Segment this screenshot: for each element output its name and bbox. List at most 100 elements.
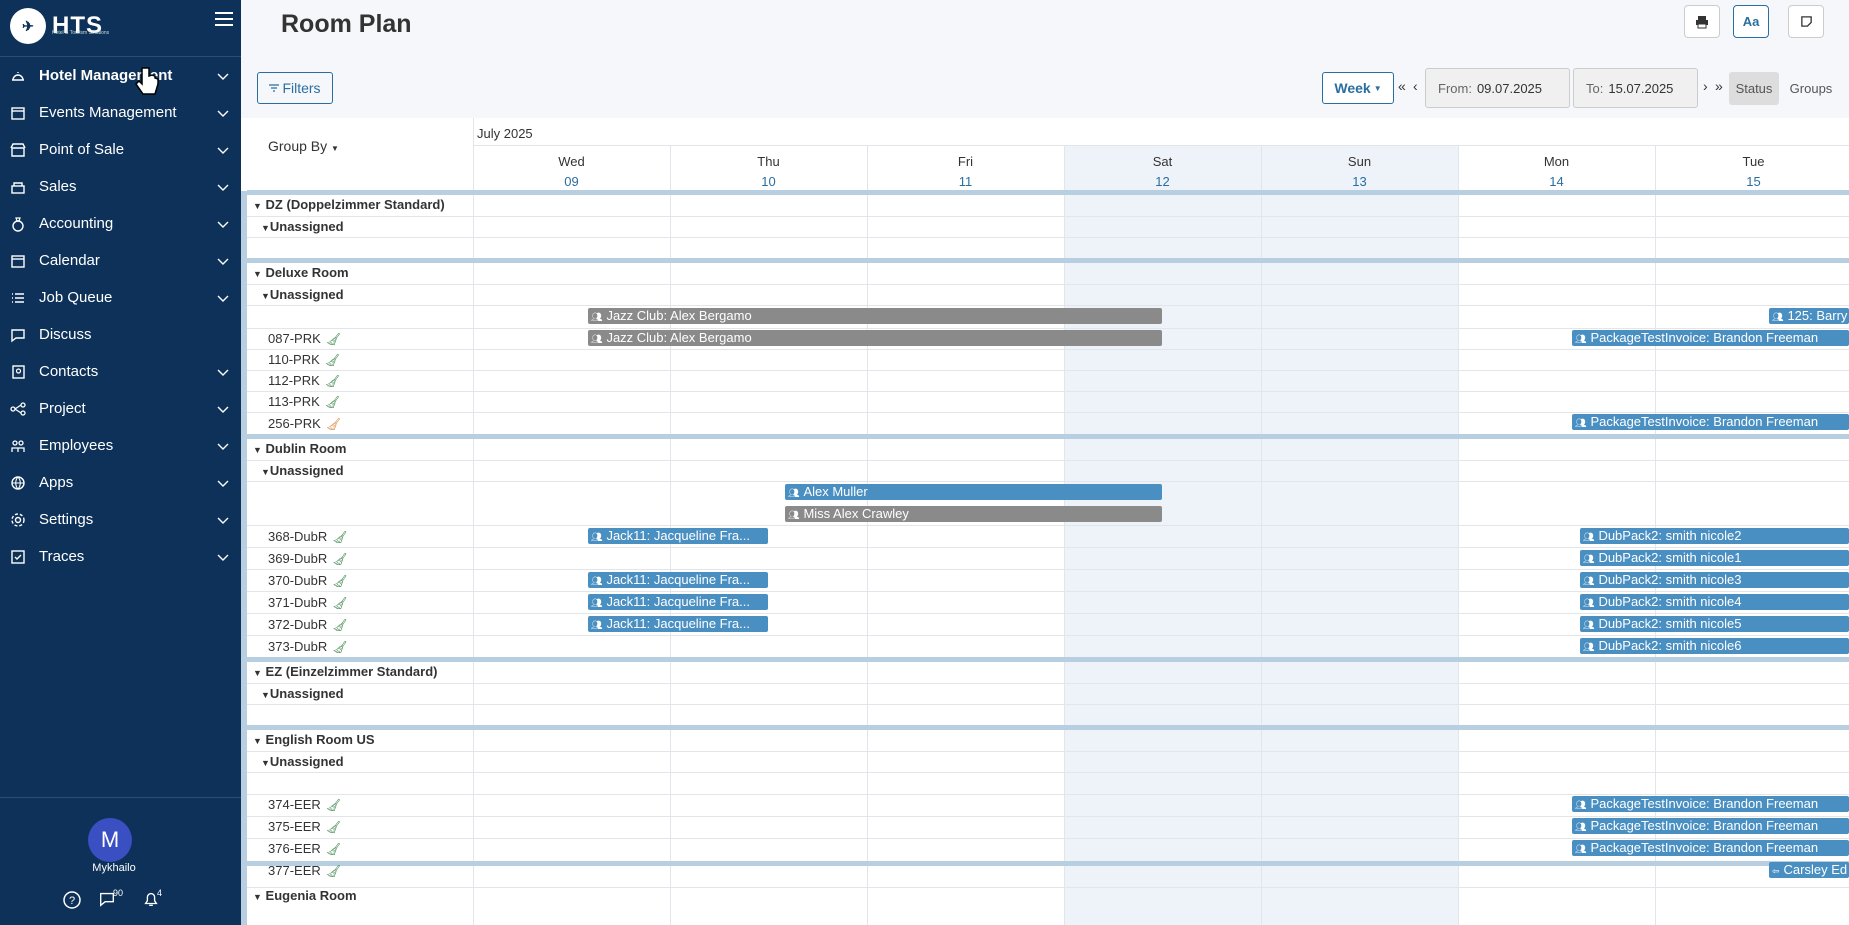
room-row[interactable]: 113-PRK 🧹︎	[268, 394, 340, 409]
room-row[interactable]: 375-EER 🧹︎	[268, 819, 341, 834]
nav-settings[interactable]: Settings	[0, 501, 241, 538]
chevron-down-icon[interactable]	[216, 143, 230, 157]
nav-project[interactable]: Project	[0, 390, 241, 427]
chevron-down-icon[interactable]	[216, 550, 230, 564]
nav-accounting[interactable]: Accounting	[0, 205, 241, 242]
nav-traces[interactable]: Traces	[0, 538, 241, 575]
notes-button[interactable]	[1788, 5, 1824, 38]
category-row[interactable]: ▼ English Room US	[253, 732, 375, 747]
chevron-down-icon[interactable]	[216, 180, 230, 194]
booking-bar[interactable]: 👥︎ Jazz Club: Alex Bergamo	[588, 308, 1162, 324]
svg-text:?: ?	[69, 895, 75, 907]
booking-bar[interactable]: 👥︎ PackageTestInvoice: Brandon Freeman	[1572, 840, 1849, 856]
booking-bar[interactable]: 👥︎ PackageTestInvoice: Brandon Freeman	[1572, 818, 1849, 834]
gear-icon	[11, 512, 25, 527]
unassigned-row[interactable]: ▼Unassigned	[261, 754, 344, 769]
booking-bar[interactable]: 👥︎ DubPack2: smith nicole6	[1580, 638, 1849, 654]
unassigned-row[interactable]: ▼Unassigned	[261, 219, 344, 234]
group-by-dropdown[interactable]: Group By ▼	[268, 138, 339, 154]
nav-label: Job Queue	[39, 289, 113, 306]
room-row[interactable]: 087-PRK 🧹︎	[268, 331, 341, 346]
chevron-down-icon[interactable]	[216, 69, 230, 83]
chevron-down-icon[interactable]	[216, 402, 230, 416]
unassigned-row[interactable]: ▼Unassigned	[261, 287, 344, 302]
booking-bar[interactable]: ⇦ Carsley Ed	[1769, 862, 1849, 878]
room-row[interactable]: 368-DubR 🧹︎	[268, 529, 348, 544]
chevron-down-icon[interactable]	[216, 365, 230, 379]
booking-bar[interactable]: 👥︎ Jack11: Jacqueline Fra...	[588, 572, 768, 588]
nav-point-of-sale[interactable]: Point of Sale	[0, 131, 241, 168]
from-date-field[interactable]: From: 09.07.2025	[1425, 68, 1570, 108]
room-row[interactable]: 256-PRK 🧹︎	[268, 416, 341, 431]
booking-bar[interactable]: 👥︎ 125: Barry	[1769, 308, 1849, 324]
to-date-field[interactable]: To: 15.07.2025	[1573, 68, 1698, 108]
booking-bar[interactable]: 👥︎ Jazz Club: Alex Bergamo	[588, 330, 1162, 346]
booking-bar[interactable]: 👥︎ DubPack2: smith nicole5	[1580, 616, 1849, 632]
nav-employees[interactable]: Employees	[0, 427, 241, 464]
nav-hotel-management[interactable]: Hotel Management	[0, 57, 241, 94]
groups-toggle[interactable]: Groups	[1781, 72, 1841, 105]
booking-bar[interactable]: 👥︎ PackageTestInvoice: Brandon Freeman	[1572, 330, 1849, 346]
period-dropdown[interactable]: Week ▼	[1322, 72, 1394, 104]
status-toggle[interactable]: Status	[1729, 72, 1779, 105]
filters-button[interactable]: Filters	[257, 72, 333, 104]
avatar[interactable]: M	[88, 818, 132, 862]
room-row[interactable]: 377-EER 🧹︎	[268, 863, 341, 878]
booking-bar[interactable]: 👥︎ DubPack2: smith nicole3	[1580, 572, 1849, 588]
room-row[interactable]: 370-DubR 🧹︎	[268, 573, 348, 588]
room-row[interactable]: 112-PRK 🧹︎	[268, 373, 340, 388]
clean-status-icon: 🧹︎	[325, 842, 341, 856]
booking-bar[interactable]: 👥︎ DubPack2: smith nicole1	[1580, 550, 1849, 566]
category-row[interactable]: ▼ Dublin Room	[253, 441, 346, 456]
prev-page-icon[interactable]: ‹	[1413, 78, 1418, 94]
last-page-icon[interactable]: »	[1715, 78, 1723, 94]
messages-icon[interactable]: 90	[98, 888, 123, 910]
chevron-down-icon[interactable]	[216, 291, 230, 305]
booking-bar[interactable]: 👥︎ Alex Muller	[785, 484, 1162, 500]
category-row[interactable]: ▼ Deluxe Room	[253, 265, 349, 280]
booking-bar[interactable]: 👥︎ PackageTestInvoice: Brandon Freeman	[1572, 414, 1849, 430]
booking-bar[interactable]: 👥︎ DubPack2: smith nicole4	[1580, 594, 1849, 610]
nav-discuss[interactable]: Discuss	[0, 316, 241, 353]
nav-job-queue[interactable]: Job Queue	[0, 279, 241, 316]
chevron-down-icon[interactable]	[216, 476, 230, 490]
room-row[interactable]: 374-EER 🧹︎	[268, 797, 341, 812]
unassigned-row[interactable]: ▼Unassigned	[261, 686, 344, 701]
chevron-down-icon[interactable]	[216, 106, 230, 120]
print-button[interactable]	[1684, 5, 1720, 38]
notifications-bell-icon[interactable]: 4	[142, 888, 162, 910]
room-row[interactable]: 369-DubR 🧹︎	[268, 551, 348, 566]
nav-events-management[interactable]: Events Management	[0, 94, 241, 131]
booking-bar[interactable]: 👥︎ Miss Alex Crawley	[785, 506, 1162, 522]
booking-bar[interactable]: 👥︎ PackageTestInvoice: Brandon Freeman	[1572, 796, 1849, 812]
help-icon[interactable]: ?	[62, 890, 82, 910]
next-page-icon[interactable]: ›	[1703, 78, 1708, 94]
booking-bar[interactable]: 👥︎ Jack11: Jacqueline Fra...	[588, 528, 768, 544]
category-row[interactable]: ▼ DZ (Doppelzimmer Standard)	[253, 197, 445, 212]
menu-toggle-icon[interactable]	[215, 12, 233, 28]
room-row[interactable]: 372-DubR 🧹︎	[268, 617, 348, 632]
category-row[interactable]: ▼ EZ (Einzelzimmer Standard)	[253, 664, 437, 679]
room-row[interactable]: 373-DubR 🧹︎	[268, 639, 348, 654]
nav-sales[interactable]: Sales	[0, 168, 241, 205]
grid-line	[473, 145, 1849, 146]
chevron-down-icon[interactable]	[216, 439, 230, 453]
category-row[interactable]: ▼ Eugenia Room	[253, 888, 357, 903]
room-row[interactable]: 110-PRK 🧹︎	[268, 352, 340, 367]
room-row[interactable]: 376-EER 🧹︎	[268, 841, 341, 856]
booking-bar[interactable]: 👥︎ Jack11: Jacqueline Fra...	[588, 616, 768, 632]
booking-bar[interactable]: 👥︎ Jack11: Jacqueline Fra...	[588, 594, 768, 610]
logo[interactable]: ✈ HTS	[10, 8, 103, 44]
font-size-button[interactable]: Aa	[1733, 5, 1769, 38]
booking-bar[interactable]: 👥︎ DubPack2: smith nicole2	[1580, 528, 1849, 544]
nav-apps[interactable]: Apps	[0, 464, 241, 501]
nav-calendar[interactable]: Calendar	[0, 242, 241, 279]
nav-contacts[interactable]: Contacts	[0, 353, 241, 390]
unassigned-row[interactable]: ▼Unassigned	[261, 463, 344, 478]
chevron-down-icon[interactable]	[216, 513, 230, 527]
first-page-icon[interactable]: «	[1398, 78, 1406, 94]
chevron-down-icon[interactable]	[216, 254, 230, 268]
clean-status-icon: 🧹︎	[332, 596, 348, 610]
chevron-down-icon[interactable]	[216, 217, 230, 231]
room-row[interactable]: 371-DubR 🧹︎	[268, 595, 348, 610]
